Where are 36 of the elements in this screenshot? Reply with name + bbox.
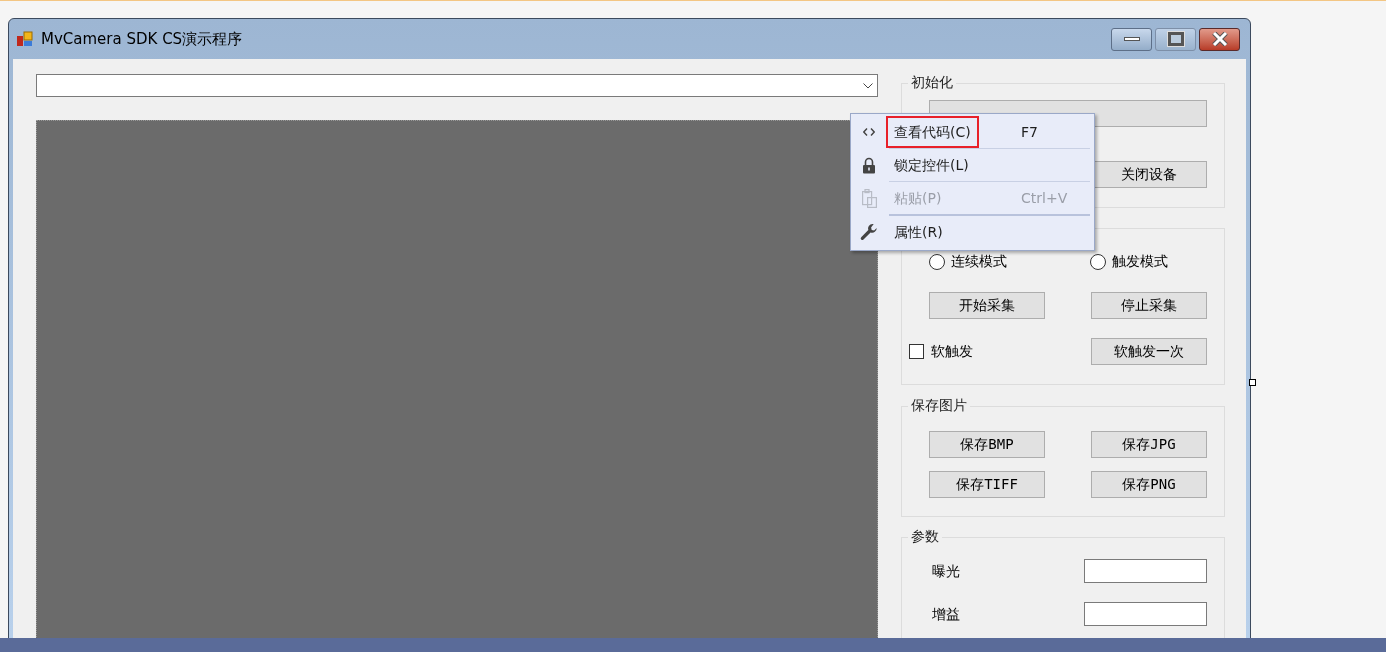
field-label: 增益 <box>932 604 961 624</box>
push-button[interactable]: 保存PNG <box>1091 471 1207 498</box>
chevron-down-icon <box>863 82 873 89</box>
code-icon <box>863 128 875 136</box>
push-button[interactable]: 保存BMP <box>929 431 1045 458</box>
device-dropdown[interactable] <box>36 74 878 97</box>
checkbox-label: 软触发 <box>931 342 973 361</box>
maximize-button[interactable] <box>1155 27 1196 51</box>
radio-button[interactable] <box>1090 253 1106 270</box>
push-button[interactable]: 保存TIFF <box>929 471 1045 498</box>
group-title: 保存图片 <box>908 396 970 414</box>
app-icon <box>17 31 33 47</box>
lock-icon <box>862 156 876 174</box>
close-icon <box>1210 32 1229 46</box>
menu-item[interactable]: 查看代码(C) F7 <box>851 116 1094 148</box>
push-button[interactable]: 开始采集 <box>929 292 1045 319</box>
input-field[interactable] <box>1084 602 1207 626</box>
window-title: MvCamera SDK CS演示程序 <box>41 28 243 50</box>
group-title: 参数 <box>908 527 942 545</box>
group-title: 初始化 <box>908 73 956 91</box>
radio-button[interactable] <box>929 253 945 270</box>
close-button[interactable] <box>1199 27 1240 51</box>
push-button[interactable]: 保存JPG <box>1091 431 1207 458</box>
checkbox[interactable] <box>909 344 924 359</box>
clipboard-icon <box>861 188 877 208</box>
wrench-icon <box>860 223 878 241</box>
radio-label: 触发模式 <box>1112 252 1168 271</box>
radio-label: 连续模式 <box>951 252 1007 271</box>
input-field[interactable] <box>1084 559 1207 583</box>
field-label: 曝光 <box>932 561 961 581</box>
menu-item[interactable]: 锁定控件(L) <box>851 149 1094 181</box>
minimize-button[interactable] <box>1111 27 1152 51</box>
resize-handle[interactable] <box>1249 379 1256 386</box>
push-button[interactable]: 软触发一次 <box>1091 338 1207 365</box>
menu-item[interactable]: 属性(R) <box>851 216 1094 248</box>
push-button[interactable]: 停止采集 <box>1091 292 1207 319</box>
